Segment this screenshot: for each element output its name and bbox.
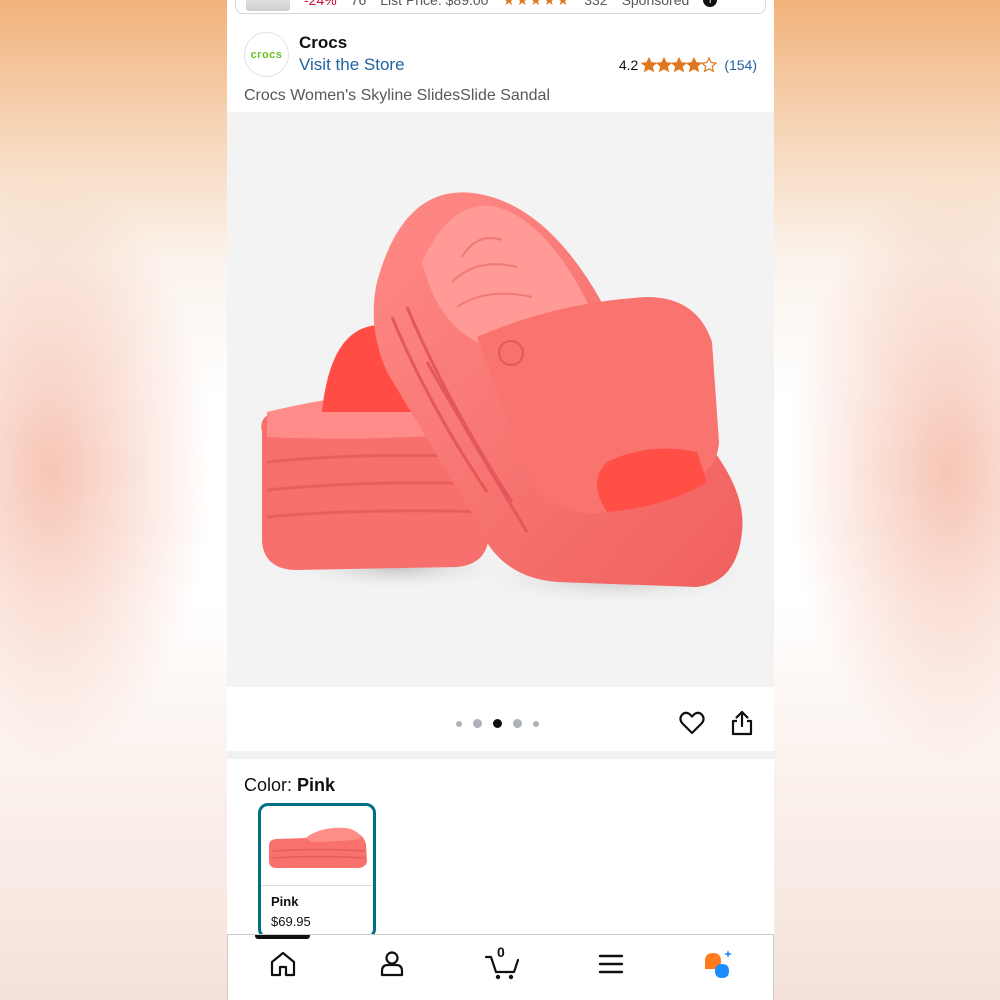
rating-count: (154) (724, 57, 757, 73)
swatch-image (269, 827, 367, 868)
home-indicator (255, 935, 310, 939)
color-label: Color: Pink (244, 775, 335, 796)
brand-row: crocs Crocs Visit the Store 4.2 (154) (227, 30, 774, 80)
sponsored-review-count: 332 (584, 0, 608, 8)
cart-count-badge: 0 (497, 944, 505, 960)
brand-logo[interactable]: crocs (244, 32, 289, 77)
product-image-carousel[interactable] (227, 112, 774, 687)
list-price: List Price: $89.00 (380, 0, 489, 8)
rating-summary[interactable]: 4.2 (154) (619, 57, 757, 73)
heart-icon[interactable] (678, 709, 706, 737)
section-divider (227, 751, 774, 759)
product-image (261, 192, 767, 607)
sponsored-label: Sponsored (621, 0, 690, 8)
brand-name: Crocs (299, 33, 348, 52)
carousel-dot[interactable] (513, 719, 522, 728)
swatch-thumbnail (261, 806, 373, 886)
menu-icon[interactable] (594, 947, 628, 981)
rating-stars-icon (641, 57, 718, 73)
price-partial: 76 (350, 0, 367, 8)
carousel-controls (227, 687, 774, 751)
sponsored-rating-stars: ★★★★★ (502, 0, 570, 9)
info-icon[interactable]: i (703, 0, 718, 7)
discount-badge: -24% (304, 0, 337, 8)
home-icon[interactable] (266, 947, 300, 981)
carousel-dot[interactable] (533, 720, 539, 727)
sponsored-product-thumbnail (246, 0, 290, 11)
color-label-prefix: Color: (244, 775, 298, 795)
color-selected-value: Pink (297, 775, 336, 795)
brand-logo-text: crocs (250, 48, 283, 61)
swatch-name: Pink (271, 894, 299, 909)
swatch-price: $69.95 (271, 914, 311, 929)
carousel-dot[interactable] (473, 719, 482, 728)
sponsored-product-strip[interactable]: -24% 76 List Price: $89.00 ★★★★★ 332 Spo… (235, 0, 766, 14)
app-screen: -24% 76 List Price: $89.00 ★★★★★ 332 Spo… (227, 0, 774, 1000)
visit-store-link[interactable]: Visit the Store (299, 55, 405, 75)
account-icon[interactable] (375, 947, 409, 981)
assistant-icon[interactable] (700, 947, 734, 981)
carousel-dot[interactable] (456, 720, 462, 727)
carousel-dot-active[interactable] (493, 719, 502, 728)
product-title: Crocs Women's Skyline SlidesSlide Sandal (244, 87, 551, 104)
share-icon[interactable] (729, 709, 755, 737)
rating-value: 4.2 (618, 57, 639, 73)
color-swatch-pink[interactable]: Pink $69.95 (258, 803, 376, 939)
carousel-dots (456, 719, 539, 728)
